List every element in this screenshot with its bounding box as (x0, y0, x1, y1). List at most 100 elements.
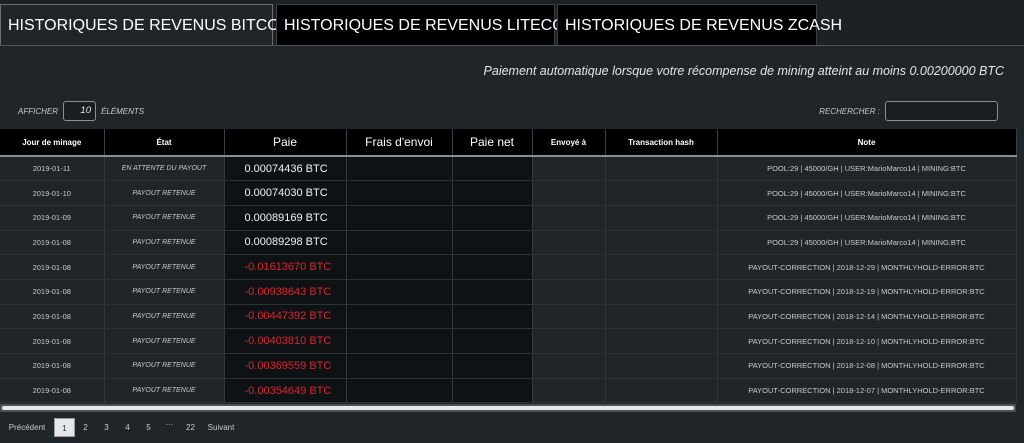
cell-note: PAYOUT-CORRECTION | 2018-12-29 | MONTHLY… (717, 254, 1017, 280)
cell-hash (605, 205, 718, 231)
cell-paie-net (452, 378, 533, 404)
cell-paie-net (452, 279, 533, 305)
table-row: 2019-01-08 PAYOUT RETENUE -0.00354649 BTC P… (0, 378, 1017, 404)
horizontal-scrollbar[interactable] (0, 404, 1016, 412)
next-button[interactable]: Suivant (201, 423, 241, 432)
page-button[interactable]: 22 (180, 418, 201, 437)
cell-paie: -0.01613670 BTC (224, 254, 347, 280)
cell-date: 2019-01-09 (0, 205, 105, 231)
cell-date: 2019-01-08 (0, 378, 105, 404)
page-button[interactable]: 3 (96, 418, 117, 437)
cell-envoye (532, 353, 606, 379)
table-row: 2019-01-09 PAYOUT RETENUE 0.00089169 BTC PO… (0, 205, 1017, 231)
col-header-paie-net[interactable]: Paie net (452, 129, 533, 157)
cell-envoye (532, 254, 606, 280)
scrollbar-thumb[interactable] (2, 406, 1014, 410)
notice-text: Paiement automatique lorsque votre récom… (483, 64, 906, 78)
page-button[interactable]: 2 (75, 418, 96, 437)
notice-threshold: 0.00200000 BTC (909, 64, 1004, 78)
tab-zcash[interactable]: HISTORIQUES DE REVENUS ZCASH (557, 4, 842, 46)
cell-envoye (532, 279, 606, 305)
cell-hash (605, 156, 718, 182)
cell-paie-net (452, 353, 533, 379)
cell-frais (346, 378, 453, 404)
cell-envoye (532, 205, 606, 231)
cell-frais (346, 180, 453, 206)
cell-etat: PAYOUT RETENUE (104, 180, 225, 206)
cell-note: PAYOUT-CORRECTION | 2018-12-08 | MONTHLY… (717, 353, 1017, 379)
cell-date: 2019-01-08 (0, 254, 105, 280)
col-header-paie[interactable]: Paie (224, 129, 347, 157)
cell-etat: PAYOUT RETENUE (104, 254, 225, 280)
cell-note: POOL:29 | 45000/GH | USER:MarioMarco14 |… (717, 180, 1017, 206)
col-header-hash[interactable]: Transaction hash (605, 129, 718, 157)
cell-paie: 0.00089169 BTC (224, 205, 347, 231)
tab-bitcoin[interactable]: HISTORIQUES DE REVENUS BITCOIN (0, 4, 296, 46)
page-button[interactable]: 4 (117, 418, 138, 437)
cell-date: 2019-01-08 (0, 353, 105, 379)
payout-threshold-notice: Paiement automatique lorsque votre récom… (484, 64, 1004, 78)
table-row: 2019-01-11 EN ATTENTE DU PAYOUT 0.00074436… (0, 156, 1017, 182)
cell-paie-net (452, 304, 533, 330)
cell-hash (605, 304, 718, 330)
table-row: 2019-01-08 PAYOUT RETENUE -0.00447392 BTC P… (0, 304, 1017, 330)
page-length-input[interactable]: 10 (63, 101, 96, 121)
cell-paie: -0.00447392 BTC (224, 304, 347, 330)
cell-envoye (532, 180, 606, 206)
previous-button[interactable]: Précédent (0, 423, 54, 432)
cell-envoye (532, 230, 606, 256)
page-length-control: AFFICHER 10 ÉLÉMENTS (18, 101, 144, 121)
cell-date: 2019-01-08 (0, 328, 105, 354)
cell-paie-net (452, 156, 533, 182)
cell-frais (346, 230, 453, 256)
cell-envoye (532, 156, 606, 182)
cell-frais (346, 304, 453, 330)
col-header-etat[interactable]: État (104, 129, 225, 157)
table-row: 2019-01-10 PAYOUT RETENUE 0.00074030 BTC PO… (0, 180, 1017, 206)
cell-paie: -0.00369559 BTC (224, 353, 347, 379)
page-button[interactable]: 1 (54, 418, 75, 437)
cell-hash (605, 378, 718, 404)
cell-paie-net (452, 230, 533, 256)
table-row: 2019-01-08 PAYOUT RETENUE -0.00369559 BTC P… (0, 353, 1017, 379)
tab-litecoin[interactable]: HISTORIQUES DE REVENUS LITECOIN (276, 4, 581, 46)
cell-envoye (532, 328, 606, 354)
col-header-envoye[interactable]: Envoyé à (532, 129, 606, 157)
table-row: 2019-01-08 PAYOUT RETENUE -0.00403810 BTC P… (0, 328, 1017, 354)
cell-hash (605, 254, 718, 280)
pagination-ellipsis: … (165, 418, 174, 427)
cell-paie-net (452, 180, 533, 206)
pagination: Précédent 1 2 3 4 5 … 22 Suivant (0, 418, 241, 437)
elements-label: ÉLÉMENTS (101, 106, 145, 116)
cell-frais (346, 156, 453, 182)
cell-note: POOL:29 | 45000/GH | USER:MarioMarco14 |… (717, 156, 1017, 182)
cell-envoye (532, 378, 606, 404)
cell-frais (346, 328, 453, 354)
cell-etat: PAYOUT RETENUE (104, 328, 225, 354)
cell-date: 2019-01-08 (0, 304, 105, 330)
cell-paie-net (452, 254, 533, 280)
cell-envoye (532, 304, 606, 330)
cell-hash (605, 230, 718, 256)
col-header-note[interactable]: Note (717, 129, 1017, 157)
cell-date: 2019-01-10 (0, 180, 105, 206)
table-row: 2019-01-08 PAYOUT RETENUE -0.00938643 BTC P… (0, 279, 1017, 305)
col-header-frais[interactable]: Frais d'envoi (346, 129, 453, 157)
page-button[interactable]: 5 (138, 418, 159, 437)
cell-hash (605, 353, 718, 379)
cell-paie: 0.00074030 BTC (224, 180, 347, 206)
cell-etat: PAYOUT RETENUE (104, 230, 225, 256)
cell-paie-net (452, 328, 533, 354)
col-header-date[interactable]: Jour de minage (0, 129, 105, 157)
search-input[interactable] (885, 101, 998, 121)
cell-frais (346, 279, 453, 305)
cell-hash (605, 279, 718, 305)
cell-paie: -0.00938643 BTC (224, 279, 347, 305)
cell-note: POOL:29 | 45000/GH | USER:MarioMarco14 |… (717, 205, 1017, 231)
cell-paie-net (452, 205, 533, 231)
cell-date: 2019-01-11 (0, 156, 105, 182)
cell-etat: EN ATTENTE DU PAYOUT (104, 156, 225, 182)
afficher-label: AFFICHER (18, 106, 58, 116)
cell-note: PAYOUT-CORRECTION | 2018-12-07 | MONTHLY… (717, 378, 1017, 404)
cell-etat: PAYOUT RETENUE (104, 304, 225, 330)
